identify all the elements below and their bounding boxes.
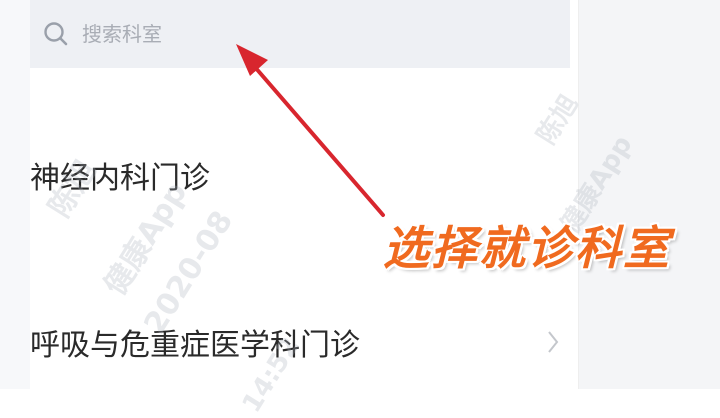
department-item-respiratory[interactable]: 呼吸与危重症医学科门诊 xyxy=(30,312,570,372)
left-gutter xyxy=(0,0,30,389)
department-label: 呼吸与危重症医学科门诊 xyxy=(30,328,360,363)
search-bar[interactable] xyxy=(30,0,570,68)
department-item-neurology[interactable]: 神经内科门诊 xyxy=(30,145,570,205)
right-panel xyxy=(578,0,720,389)
annotation-text: 选择就诊科室 xyxy=(383,221,671,275)
watermark-name-right: 陈旭 xyxy=(531,89,585,150)
chevron-right-icon xyxy=(546,328,560,356)
department-label: 神经内科门诊 xyxy=(30,161,210,196)
search-input[interactable] xyxy=(80,13,524,55)
search-icon xyxy=(42,20,70,48)
